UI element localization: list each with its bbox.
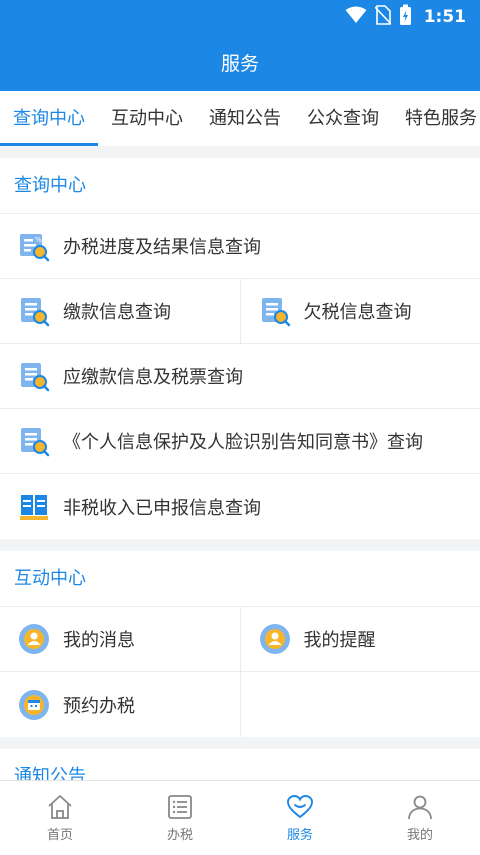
my-reminders-item[interactable]: 我的提醒 (239, 607, 480, 671)
status-bar: 1:51 (0, 0, 480, 34)
nav-service[interactable]: 服务 (240, 781, 360, 855)
list-row: 《个人信息保护及人脸识别告知同意书》查询 (0, 409, 480, 474)
list-row: 缴款信息查询 欠税信息查询 (0, 279, 480, 344)
section-title-notice: 通知公告 (0, 749, 480, 780)
list-row: 我的消息 我的提醒 (0, 607, 480, 672)
document-search-icon (259, 295, 291, 327)
nav-label: 服务 (286, 828, 313, 843)
tab-query-center[interactable]: 查询中心 (0, 91, 98, 146)
tax-progress-query-item[interactable]: % 办税进度及结果信息查询 (0, 214, 480, 278)
list-icon (168, 795, 192, 819)
home-icon (48, 795, 72, 819)
battery-charging-icon (399, 4, 412, 30)
tab-interaction-center[interactable]: 互动中心 (98, 91, 196, 146)
wifi-icon (345, 6, 367, 28)
tab-featured-services[interactable]: 特色服务 (392, 91, 480, 146)
nav-mine[interactable]: 我的 (360, 781, 480, 855)
clock: 1:51 (423, 7, 466, 27)
non-tax-declared-query-item[interactable]: 非税收入已申报信息查询 (0, 474, 480, 539)
no-sim-icon (374, 5, 392, 29)
nav-label: 办税 (166, 828, 193, 843)
heart-icon (287, 795, 313, 819)
bottom-navigation: 首页 办税 服务 我的 (0, 780, 480, 855)
svg-text:%: % (35, 236, 42, 244)
user-circle-icon (259, 623, 291, 655)
item-label: 我的消息 (63, 630, 135, 651)
payment-info-query-item[interactable]: 缴款信息查询 (0, 279, 240, 343)
empty-cell (239, 672, 480, 737)
item-label: 缴款信息查询 (63, 302, 171, 323)
payable-tax-receipt-query-item[interactable]: 应缴款信息及税票查询 (0, 344, 480, 408)
privacy-consent-query-item[interactable]: 《个人信息保护及人脸识别告知同意书》查询 (0, 409, 480, 473)
tab-public-query[interactable]: 公众查询 (294, 91, 392, 146)
document-search-icon (18, 360, 50, 392)
my-messages-item[interactable]: 我的消息 (0, 607, 240, 671)
nav-label: 首页 (46, 828, 73, 843)
category-tabs: 查询中心 互动中心 通知公告 公众查询 特色服务 (0, 91, 480, 146)
item-label: 我的提醒 (303, 630, 376, 651)
page-title: 服务 (0, 34, 480, 91)
service-content[interactable]: 查询中心 % 办税进度及结果信息查询 缴款信息查询 欠税信息查询 应缴款信息及税… (0, 146, 480, 780)
tax-progress-search-icon: % (18, 230, 50, 262)
query-center-section: 查询中心 % 办税进度及结果信息查询 缴款信息查询 欠税信息查询 应缴款信息及税… (0, 158, 480, 539)
appointment-tax-item[interactable]: 预约办税 (0, 672, 240, 737)
list-row: 非税收入已申报信息查询 (0, 474, 480, 539)
tab-notices[interactable]: 通知公告 (196, 91, 294, 146)
interaction-center-section: 互动中心 我的消息 我的提醒 预约办税 (0, 551, 480, 737)
item-label: 欠税信息查询 (303, 302, 412, 323)
nav-tax[interactable]: 办税 (120, 781, 240, 855)
item-label: 非税收入已申报信息查询 (63, 497, 261, 519)
section-title-query: 查询中心 (0, 158, 480, 214)
nav-home[interactable]: 首页 (0, 781, 120, 855)
list-row: % 办税进度及结果信息查询 (0, 214, 480, 279)
list-row: 预约办税 (0, 672, 480, 737)
item-label: 应缴款信息及税票查询 (63, 367, 243, 388)
notice-section: 通知公告 (0, 749, 480, 780)
item-label: 预约办税 (63, 695, 135, 717)
document-search-icon (18, 295, 50, 327)
item-label: 办税进度及结果信息查询 (63, 237, 261, 258)
document-search-icon (18, 425, 50, 457)
calendar-circle-icon (18, 689, 50, 721)
user-circle-icon (18, 623, 50, 655)
open-book-icon (18, 491, 50, 523)
nav-label: 我的 (406, 828, 433, 843)
section-title-interact: 互动中心 (0, 551, 480, 607)
tax-arrears-query-item[interactable]: 欠税信息查询 (239, 279, 480, 343)
item-label: 《个人信息保护及人脸识别告知同意书》查询 (63, 432, 423, 453)
person-icon (408, 795, 432, 820)
list-row: 应缴款信息及税票查询 (0, 344, 480, 409)
